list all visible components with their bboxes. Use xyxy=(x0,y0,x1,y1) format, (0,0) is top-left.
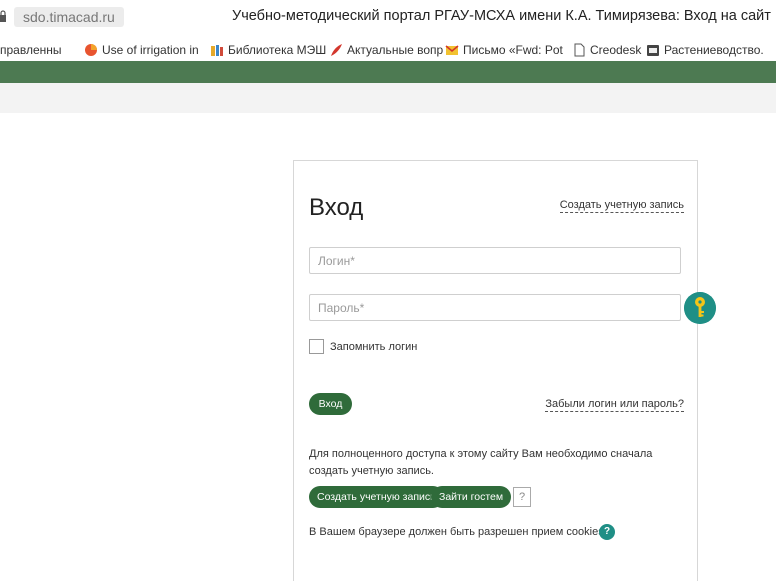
bookmark-item[interactable]: Актуальные вопр xyxy=(329,42,443,58)
key-icon[interactable] xyxy=(684,292,716,324)
bookmark-item[interactable]: Письмо «Fwd: Pot xyxy=(445,42,563,58)
remember-label: Запомнить логин xyxy=(330,341,418,353)
bookmark-label: Библиотека МЭШ xyxy=(228,43,327,57)
guest-login-button[interactable]: Зайти гостем xyxy=(431,486,512,508)
bookmarks-bar: правленны Use of irrigation in Библиотек… xyxy=(0,38,776,60)
help-icon[interactable]: ? xyxy=(513,487,531,507)
cookies-notice: В Вашем браузере должен быть разрешен пр… xyxy=(309,526,604,538)
book-icon xyxy=(647,45,659,56)
bookmark-item[interactable]: Растениеводство. xyxy=(646,42,764,58)
browser-titlebar: sdo.timacad.ru Учебно-методический порта… xyxy=(0,0,776,34)
bookmark-item[interactable]: Use of irrigation in xyxy=(84,42,199,58)
cookies-help-icon[interactable]: ? xyxy=(599,524,615,540)
login-button[interactable]: Вход xyxy=(309,393,352,415)
signup-info-text: Для полноценного доступа к этому сайту В… xyxy=(309,448,653,477)
bookmark-label: Use of irrigation in xyxy=(102,43,199,57)
username-input[interactable] xyxy=(309,247,681,274)
address-bar[interactable]: sdo.timacad.ru xyxy=(14,7,124,27)
bookmark-item[interactable]: Библиотека МЭШ xyxy=(210,42,326,58)
bookmark-label: Письмо «Fwd: Pot xyxy=(463,43,563,57)
site-header-band xyxy=(0,61,776,83)
page-title: Вход xyxy=(309,194,364,221)
site-navbar xyxy=(0,83,776,113)
mail-icon xyxy=(445,45,459,55)
bookmark-label: Creodesk xyxy=(590,43,642,57)
feather-icon xyxy=(331,44,342,56)
colorful-circle-icon xyxy=(85,44,97,56)
login-card: Вход Создать учетную запись Запомнить ло… xyxy=(293,160,716,581)
remember-checkbox[interactable] xyxy=(309,339,324,354)
window-title: Учебно-методический портал РГАУ-МСХА име… xyxy=(232,8,771,24)
bookmark-item[interactable]: Creodesk xyxy=(572,42,641,58)
lock-icon xyxy=(0,10,6,22)
password-input[interactable] xyxy=(309,294,681,321)
create-account-link[interactable]: Создать учетную запись xyxy=(559,199,684,213)
forgot-password-link[interactable]: Забыли логин или пароль? xyxy=(545,398,684,412)
bookmark-item[interactable]: правленны xyxy=(0,42,62,58)
bookmark-label: Актуальные вопр xyxy=(347,43,444,57)
books-icon xyxy=(211,45,223,56)
create-account-button[interactable]: Создать учетную запись xyxy=(309,486,444,508)
page-icon xyxy=(574,43,585,57)
bookmark-label: Растениеводство. xyxy=(664,43,764,57)
bookmark-label: правленны xyxy=(0,43,62,57)
